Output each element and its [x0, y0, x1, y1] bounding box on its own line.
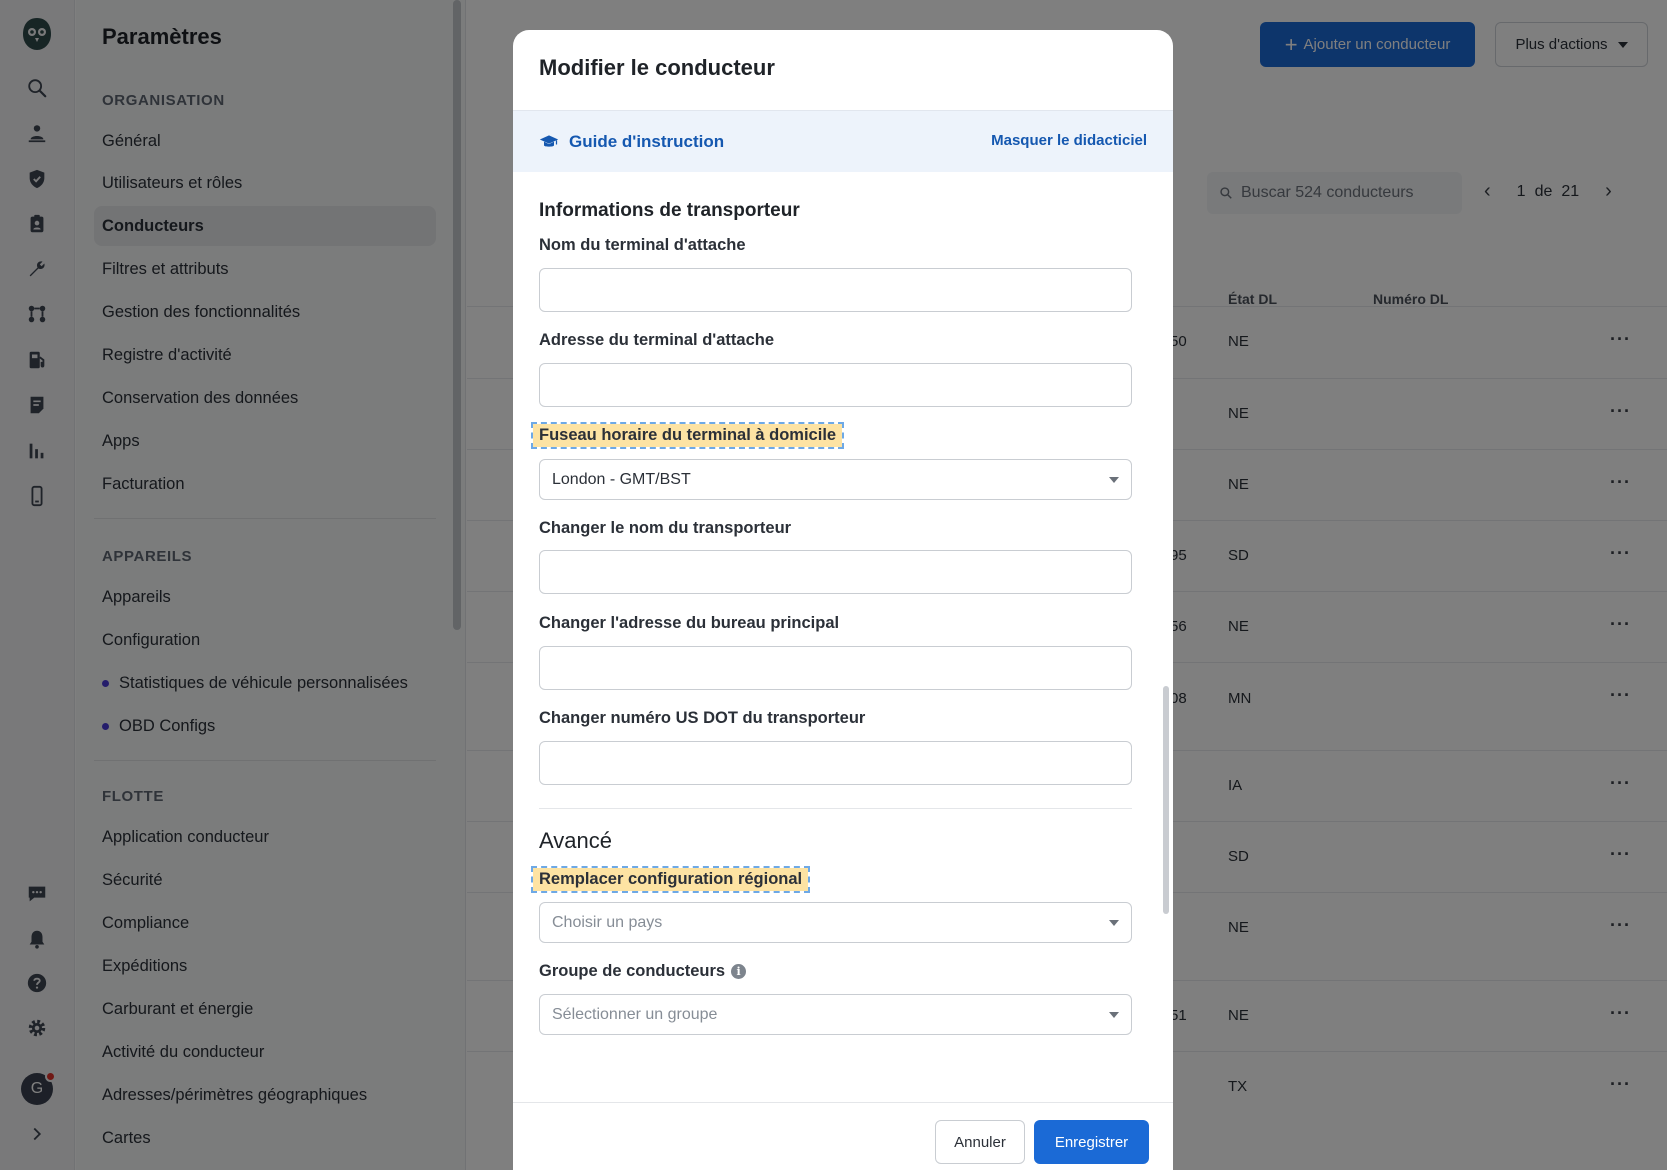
modal-title: Modifier le conducteur — [539, 55, 775, 80]
carrier-info-heading: Informations de transporteur — [539, 200, 800, 221]
home-terminal-name-input[interactable] — [539, 268, 1132, 312]
locale-override-select[interactable]: Choisir un pays — [539, 902, 1132, 943]
guide-label[interactable]: Guide d'instruction — [569, 132, 724, 152]
main-office-address-input[interactable] — [539, 646, 1132, 690]
us-dot-label: Changer numéro US DOT du transporteur — [539, 709, 866, 727]
section-divider — [539, 808, 1132, 809]
modal-body: Informations de transporteur Nom du term… — [513, 172, 1173, 1102]
home-terminal-timezone-label: Fuseau horaire du terminal à domicile — [530, 422, 845, 449]
modal-footer: Annuler Enregistrer — [513, 1102, 1173, 1170]
carrier-name-input[interactable] — [539, 550, 1132, 594]
caret-down-icon — [1109, 1012, 1119, 1018]
home-terminal-address-input[interactable] — [539, 363, 1132, 407]
home-terminal-timezone-select[interactable]: London - GMT/BST — [539, 459, 1132, 500]
group-placeholder: Sélectionner un groupe — [552, 1005, 718, 1023]
advanced-heading: Avancé — [539, 828, 612, 853]
home-terminal-name-label: Nom du terminal d'attache — [539, 236, 746, 254]
timezone-value: London - GMT/BST — [552, 470, 691, 488]
driver-group-label-text: Groupe de conducteurs — [539, 962, 726, 980]
edit-driver-modal: Modifier le conducteur Guide d'instructi… — [513, 30, 1173, 1170]
driver-group-label: Groupe de conducteurs i — [539, 962, 747, 981]
info-icon[interactable]: i — [731, 964, 747, 979]
carrier-name-label: Changer le nom du transporteur — [539, 519, 792, 537]
cancel-button[interactable]: Annuler — [935, 1120, 1025, 1164]
instruction-guide-bar: Guide d'instruction Masquer le didactici… — [513, 110, 1173, 172]
us-dot-input[interactable] — [539, 741, 1132, 785]
home-terminal-address-label: Adresse du terminal d'attache — [539, 331, 774, 349]
main-office-address-label: Changer l'adresse du bureau principal — [539, 614, 840, 632]
caret-down-icon — [1109, 920, 1119, 926]
modal-scrollbar[interactable] — [1163, 686, 1169, 914]
save-button[interactable]: Enregistrer — [1034, 1120, 1149, 1164]
driver-group-select[interactable]: Sélectionner un groupe — [539, 994, 1132, 1035]
locale-override-label: Remplacer configuration régional — [530, 866, 811, 893]
hide-tutorial-link[interactable]: Masquer le didacticiel — [991, 132, 1147, 149]
locale-placeholder: Choisir un pays — [552, 913, 663, 931]
graduation-cap-icon — [539, 134, 559, 147]
caret-down-icon — [1109, 477, 1119, 483]
